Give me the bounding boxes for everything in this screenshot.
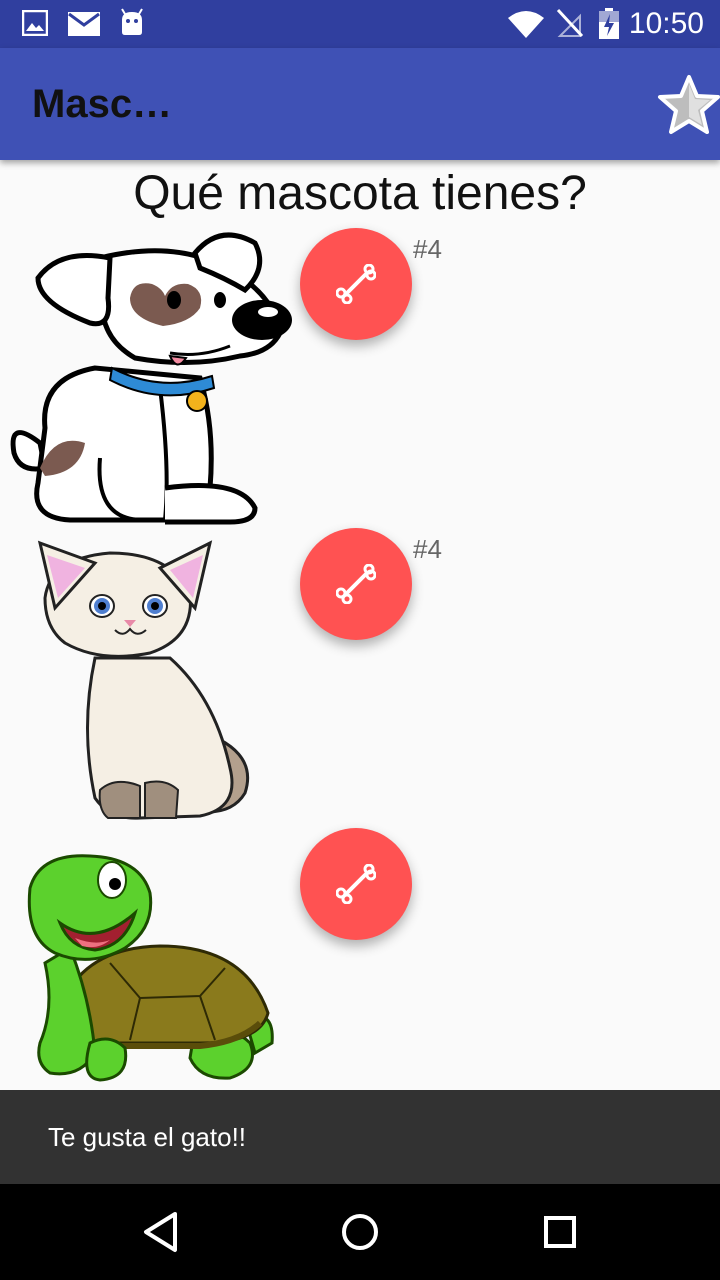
- no-signal-icon: [556, 8, 584, 43]
- battery-icon: [598, 8, 620, 45]
- navigation-bar: [0, 1184, 720, 1280]
- app-bar: Masc…: [0, 48, 720, 160]
- pet-row-dog: #4: [0, 228, 720, 528]
- bone-button[interactable]: [300, 828, 412, 940]
- pet-row-turtle: [0, 828, 720, 1128]
- like-count: #4: [413, 534, 442, 564]
- turtle-image: [0, 828, 300, 1095]
- dog-image: [0, 228, 300, 533]
- page-heading: Qué mascota tienes?: [133, 167, 587, 220]
- bone-button[interactable]: [300, 228, 412, 340]
- app-title: Masc…: [32, 82, 173, 126]
- back-icon[interactable]: [140, 1210, 180, 1259]
- cat-image: [0, 528, 300, 833]
- pet-row-cat: #4: [0, 528, 720, 828]
- wifi-icon: [508, 10, 544, 43]
- snackbar-message: Te gusta el gato!!: [48, 1122, 247, 1152]
- bone-button[interactable]: [300, 528, 412, 640]
- like-count: #4: [413, 234, 442, 264]
- home-icon[interactable]: [340, 1210, 380, 1259]
- snackbar: Te gusta el gato!!: [0, 1090, 720, 1184]
- status-bar: 10:50: [0, 0, 720, 48]
- image-icon: [21, 9, 49, 41]
- mail-icon: [68, 12, 100, 41]
- android-icon: [119, 8, 145, 41]
- star-icon[interactable]: [657, 74, 720, 141]
- recents-icon[interactable]: [540, 1210, 580, 1259]
- clock: 10:50: [628, 7, 704, 40]
